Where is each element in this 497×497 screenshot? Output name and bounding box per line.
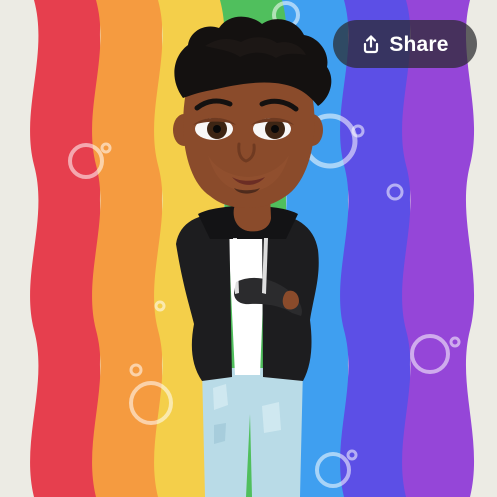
share-button-label: Share — [389, 32, 449, 56]
avatar-scene: Share — [0, 0, 497, 497]
share-upload-icon — [361, 34, 381, 54]
avatar-artwork — [0, 0, 497, 497]
share-button[interactable]: Share — [333, 20, 477, 68]
rainbow-stripe-purple — [402, 0, 475, 497]
